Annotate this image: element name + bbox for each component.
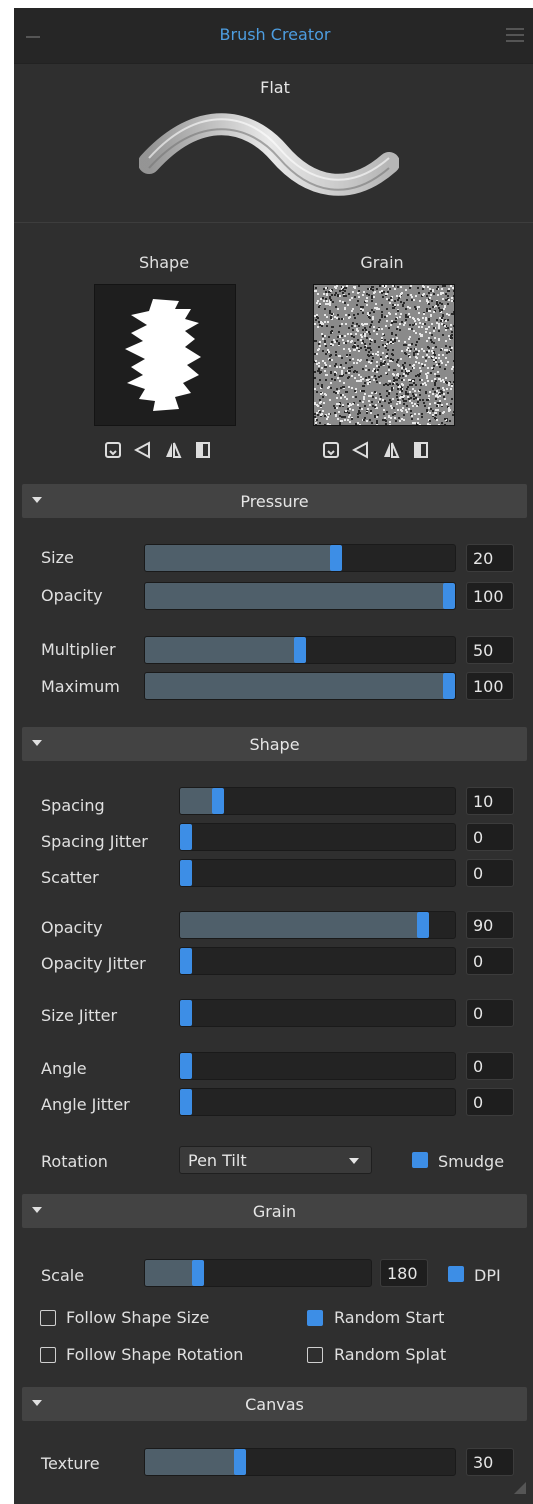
load-shape-icon[interactable] [104,441,122,459]
pressure-maximum-label: Maximum [41,677,120,696]
shape-size-jitter-label: Size Jitter [41,1006,118,1025]
shape-scatter-value[interactable]: 0 [466,859,514,887]
shape-opacity-slider[interactable] [179,911,456,939]
shape-size-jitter-slider[interactable] [179,999,456,1027]
title-bar: Brush Creator [14,8,533,64]
shape-spacing-slider[interactable] [179,787,456,815]
shape-tools [104,441,212,459]
dpi-checkbox[interactable] [448,1266,464,1282]
rotate-shape-icon[interactable] [133,441,152,459]
random-splat-label: Random Splat [334,1345,447,1364]
shape-scatter-label: Scatter [41,868,99,887]
section-title: Shape [249,735,300,754]
canvas-texture-slider[interactable] [144,1448,456,1476]
pressure-opacity-label: Opacity [41,586,103,605]
pressure-multiplier-value[interactable]: 50 [466,636,514,664]
load-grain-icon[interactable] [322,441,340,459]
shape-angle-label: Angle [41,1059,87,1078]
invert-grain-icon[interactable] [412,441,430,459]
follow-shape-size-checkbox[interactable] [40,1310,56,1326]
grain-thumbnail[interactable] [313,284,455,426]
random-splat-checkbox[interactable] [307,1347,323,1363]
brush-creator-panel: Brush Creator Flat Shape Grain Pressure … [14,8,533,1504]
grain-thumb-label: Grain [360,253,404,272]
random-start-label: Random Start [334,1308,445,1327]
section-grain[interactable]: Grain [22,1194,527,1228]
shape-spacing-jitter-label: Spacing Jitter [41,832,148,851]
section-title: Grain [252,1202,297,1221]
shape-opacity-value[interactable]: 90 [466,911,514,939]
divider [14,222,533,223]
pressure-maximum-slider[interactable] [144,672,456,700]
pressure-opacity-slider[interactable] [144,582,456,610]
shape-spacing-value[interactable]: 10 [466,787,514,815]
shape-angle-jitter-label: Angle Jitter [41,1095,130,1114]
shape-thumbnail[interactable] [94,284,236,426]
section-canvas[interactable]: Canvas [22,1387,527,1421]
rotate-grain-icon[interactable] [351,441,370,459]
flip-grain-icon[interactable] [382,441,400,459]
section-title: Canvas [245,1395,304,1414]
rotation-label: Rotation [41,1152,108,1171]
shape-spacing-label: Spacing [41,796,105,815]
smudge-label: Smudge [438,1152,505,1171]
shape-size-jitter-value[interactable]: 0 [466,999,514,1027]
grain-tools [322,441,430,459]
shape-thumb-label: Shape [138,253,190,272]
section-pressure[interactable]: Pressure [22,484,527,518]
canvas-texture-value[interactable]: 30 [466,1448,514,1476]
rotation-dropdown[interactable]: Pen Tilt [179,1146,372,1174]
chevron-down-icon [349,1158,359,1164]
pressure-size-value[interactable]: 20 [466,544,514,572]
grain-scale-label: Scale [41,1266,85,1285]
shape-angle-jitter-value[interactable]: 0 [466,1088,514,1116]
pressure-size-label: Size [41,548,74,567]
resize-grip-icon[interactable] [514,1482,526,1494]
follow-shape-rotation-label: Follow Shape Rotation [66,1345,244,1364]
pressure-maximum-value[interactable]: 100 [466,672,514,700]
flip-shape-icon[interactable] [164,441,182,459]
shape-spacing-jitter-slider[interactable] [179,823,456,851]
pressure-multiplier-slider[interactable] [144,636,456,664]
shape-opacity-label: Opacity [41,918,103,937]
pressure-multiplier-label: Multiplier [41,640,116,659]
shape-opacity-jitter-slider[interactable] [179,947,456,975]
window-title: Brush Creator [219,25,331,44]
shape-angle-value[interactable]: 0 [466,1052,514,1080]
rotation-selected-value: Pen Tilt [188,1151,247,1170]
follow-shape-size-label: Follow Shape Size [66,1308,210,1327]
shape-opacity-jitter-label: Opacity Jitter [41,954,146,973]
preset-name: Flat [260,78,290,97]
grain-scale-value[interactable]: 180 [380,1259,428,1287]
dpi-label: DPI [474,1266,501,1285]
menu-icon[interactable] [506,28,524,42]
smudge-checkbox[interactable] [412,1152,428,1168]
shape-spacing-jitter-value[interactable]: 0 [466,823,514,851]
follow-shape-rotation-checkbox[interactable] [40,1347,56,1363]
section-title: Pressure [240,492,309,511]
canvas-texture-label: Texture [41,1454,100,1473]
shape-angle-slider[interactable] [179,1052,456,1080]
section-shape[interactable]: Shape [22,727,527,761]
grain-scale-slider[interactable] [144,1259,372,1287]
shape-angle-jitter-slider[interactable] [179,1088,456,1116]
random-start-checkbox[interactable] [307,1310,323,1326]
stroke-preview [139,113,399,196]
pressure-size-slider[interactable] [144,544,456,572]
shape-scatter-slider[interactable] [179,859,456,887]
shape-opacity-jitter-value[interactable]: 0 [466,947,514,975]
pressure-opacity-value[interactable]: 100 [466,582,514,610]
invert-shape-icon[interactable] [194,441,212,459]
